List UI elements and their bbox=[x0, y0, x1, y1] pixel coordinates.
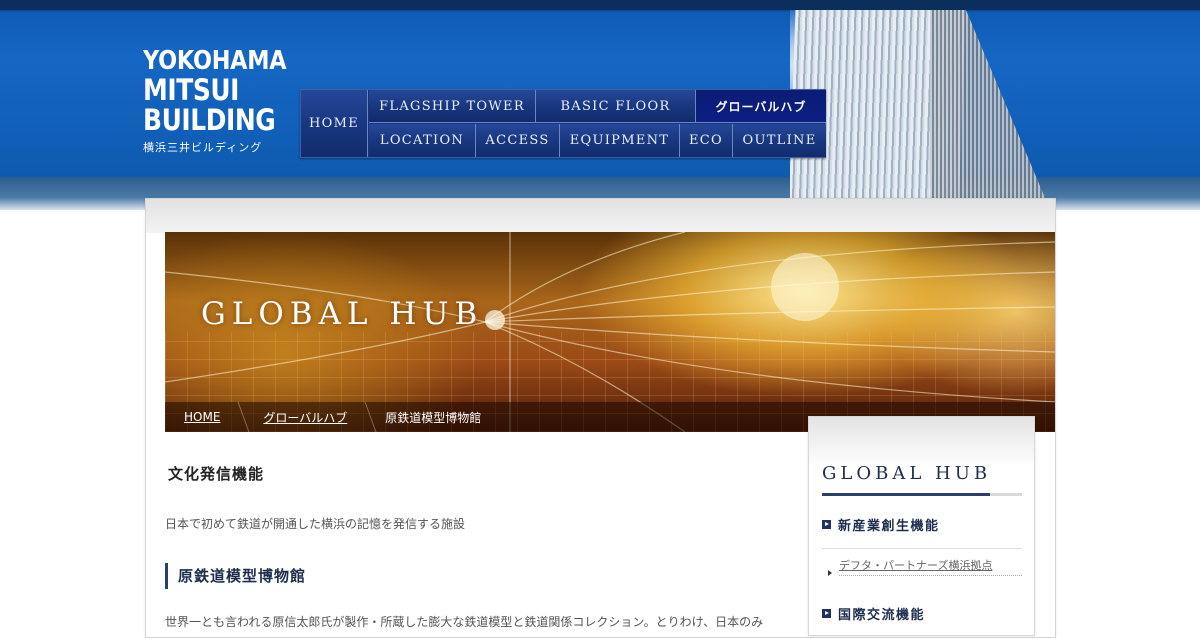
hero-banner: GLOBAL HUB HOME グローバルハブ 原鉄道模型博物館 bbox=[165, 232, 1055, 432]
nav-flagship-tower[interactable]: FLAGSHIP TOWER bbox=[369, 90, 536, 123]
site-logo[interactable]: YOKOHAMA MITSUI BUILDING 横浜三井ビルディング bbox=[143, 46, 287, 155]
museum-heading: 原鉄道模型博物館 bbox=[165, 563, 306, 589]
sidebar-link-label: デフタ・パートナーズ横浜拠点 bbox=[839, 559, 993, 572]
hero-title: GLOBAL HUB bbox=[201, 296, 484, 332]
nav-basic-floor[interactable]: BASIC FLOOR bbox=[536, 90, 696, 123]
tower-side bbox=[930, 10, 1050, 200]
card-top-shade bbox=[146, 199, 1055, 233]
section-heading: 文化発信機能 bbox=[168, 465, 265, 483]
sidebar-category-international[interactable]: 国際交流機能 bbox=[822, 604, 925, 623]
nav-home[interactable]: HOME bbox=[301, 90, 368, 157]
sidebar-top-shade bbox=[809, 417, 1034, 467]
hero-light-burst bbox=[771, 253, 839, 321]
nav-equipment[interactable]: EQUIPMENT bbox=[560, 124, 680, 157]
nav-access[interactable]: ACCESS bbox=[476, 124, 560, 157]
building-image bbox=[790, 10, 1060, 200]
breadcrumb-current: 原鉄道模型博物館 bbox=[385, 410, 482, 425]
breadcrumb-parent-item: グローバルハブ bbox=[244, 409, 361, 426]
sidebar-divider bbox=[822, 548, 1022, 549]
arrow-right-icon bbox=[828, 570, 832, 576]
main-nav: HOME FLAGSHIP TOWER BASIC FLOOR グローバルハブ … bbox=[300, 89, 826, 158]
sidebar-title-rule-accent bbox=[822, 493, 990, 496]
sidebar-category-label: 国際交流機能 bbox=[838, 608, 926, 623]
nav-outline[interactable]: OUTLINE bbox=[733, 124, 826, 157]
breadcrumb-global-hub[interactable]: グローバルハブ bbox=[263, 411, 347, 425]
square-arrow-icon bbox=[822, 609, 831, 618]
sidebar-category-label: 新産業創生機能 bbox=[838, 519, 940, 534]
sidebar-category-industry[interactable]: 新産業創生機能 bbox=[822, 515, 940, 534]
logo-line-building: BUILDING bbox=[143, 103, 276, 137]
nav-location[interactable]: LOCATION bbox=[369, 124, 476, 157]
breadcrumb-home-item: HOME bbox=[165, 410, 234, 424]
logo-line-yokohama: YOKOHAMA bbox=[143, 46, 287, 76]
sidebar-title: GLOBAL HUB bbox=[822, 463, 992, 484]
site-header: YOKOHAMA MITSUI BUILDING 横浜三井ビルディング HOME… bbox=[0, 0, 1200, 210]
body-paragraph: 世界一とも言われる原信太郎氏が製作・所蔵した膨大な鉄道模型と鉄道関係コレクション… bbox=[165, 615, 764, 629]
breadcrumb-home[interactable]: HOME bbox=[184, 410, 220, 424]
sidebar-link-defta[interactable]: デフタ・パートナーズ横浜拠点 bbox=[828, 559, 1022, 576]
ray-3 bbox=[484, 306, 1055, 323]
lead-text: 日本で初めて鉄道が開通した横浜の記憶を発信する施設 bbox=[165, 517, 466, 531]
ray-4 bbox=[484, 321, 1055, 353]
top-bar bbox=[0, 0, 1200, 10]
ray-6 bbox=[484, 232, 686, 323]
ray-1 bbox=[484, 241, 1055, 323]
sidebar: GLOBAL HUB 新産業創生機能 デフタ・パートナーズ横浜拠点 国際交流機能 bbox=[808, 416, 1035, 636]
logo-subtitle: 横浜三井ビルディング bbox=[143, 141, 263, 154]
hero-light-origin bbox=[485, 310, 505, 330]
nav-eco[interactable]: ECO bbox=[680, 124, 733, 157]
square-arrow-icon bbox=[822, 520, 831, 529]
logo-line-mitsui: MITSUI bbox=[143, 73, 240, 107]
nav-global-hub[interactable]: グローバルハブ bbox=[696, 90, 826, 123]
sidebar-title-rule bbox=[822, 493, 1022, 496]
